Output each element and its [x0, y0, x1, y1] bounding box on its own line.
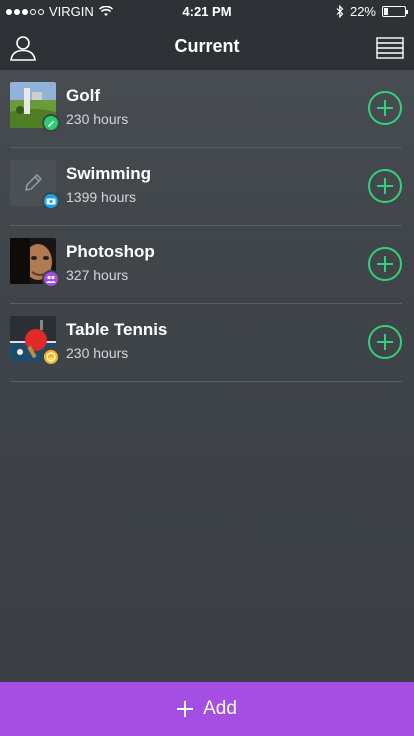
activity-name: Swimming [66, 164, 152, 183]
add-label: Add [203, 698, 237, 719]
status-right: 22% [336, 4, 408, 19]
activity-list: Golf 230 hours Swimming 1399 hours Photo… [0, 70, 414, 382]
activity-hours: 327 hours [66, 267, 129, 283]
screen: VIRGIN 4:21 PM 22% Current Golf 230 hour… [0, 0, 414, 736]
divider [10, 381, 402, 382]
list-item[interactable]: Table Tennis 230 hours [0, 304, 414, 382]
group-icon [42, 270, 60, 288]
nav-bar: Current [0, 24, 414, 70]
activity-thumbnail [10, 160, 60, 210]
battery-icon [382, 6, 408, 17]
list-item[interactable]: Golf 230 hours [0, 70, 414, 148]
list-item[interactable]: Swimming 1399 hours [0, 148, 414, 226]
add-time-button[interactable] [368, 169, 402, 203]
activity-hours: 230 hours [66, 345, 129, 361]
list-menu-icon[interactable] [376, 37, 404, 59]
activity-hours: 1399 hours [66, 189, 137, 205]
activity-name: Photoshop [66, 242, 155, 261]
add-activity-button[interactable]: Add [0, 682, 414, 736]
activity-name: Golf [66, 86, 100, 105]
list-item[interactable]: Photoshop 327 hours [0, 226, 414, 304]
activity-thumbnail [10, 238, 60, 288]
pencil-icon [25, 174, 42, 191]
pen-icon [42, 114, 60, 132]
add-time-button[interactable] [368, 247, 402, 281]
status-bar: VIRGIN 4:21 PM 22% [0, 0, 414, 24]
add-time-button[interactable] [368, 91, 402, 125]
activity-hours: 230 hours [66, 111, 129, 127]
plus-icon [177, 701, 194, 717]
smile-icon [42, 348, 60, 366]
add-time-button[interactable] [368, 325, 402, 359]
activity-name: Table Tennis [66, 320, 168, 339]
activity-thumbnail [10, 82, 60, 132]
bluetooth-icon [336, 5, 344, 18]
battery-percent: 22% [349, 4, 376, 19]
activity-thumbnail [10, 316, 60, 366]
page-title: Current [174, 36, 240, 56]
camera-icon [42, 192, 60, 210]
